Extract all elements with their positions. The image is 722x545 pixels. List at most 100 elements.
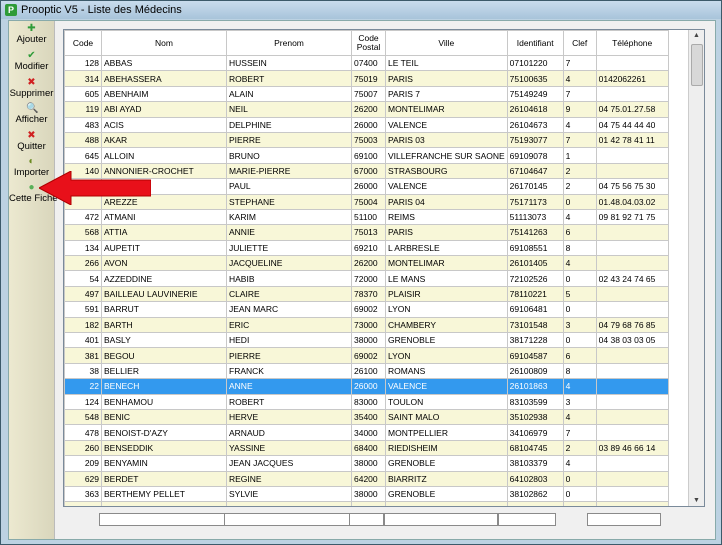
table-row[interactable]: 140 ANNONIER-CROCHET MARIE-PIERRE 67000 STRA… bbox=[64, 162, 669, 180]
table-cell: 4 bbox=[562, 116, 597, 133]
filter-ville-field[interactable] bbox=[384, 513, 498, 526]
table-cell: 64102803 bbox=[506, 470, 564, 487]
table-cell: 314 bbox=[64, 70, 102, 87]
table-row[interactable]: 209 BENYAMIN JEAN JACQUES 38000 GRENOBLE 3810… bbox=[64, 455, 669, 472]
red-arrow-annotation bbox=[39, 171, 151, 205]
table-row[interactable]: 266 AVON JACQUELINE 26200 MONTELIMAR 26101405… bbox=[64, 255, 669, 272]
table-row[interactable]: 381 BEGOU PIERRE 69002 LYON 69104587 6 bbox=[64, 347, 669, 364]
table-row[interactable]: 182 BARTH ERIC 73000 CHAMBERY 73101548 3 04 79 … bbox=[64, 316, 669, 334]
table-row[interactable]: AREZZE STEPHANE 75004 PARIS 04 75171173 0 01.4… bbox=[64, 193, 669, 210]
table-cell: 26000 bbox=[351, 116, 386, 133]
column-header[interactable]: Code Postal bbox=[351, 30, 386, 56]
table-row[interactable]: 38 BELLIER FRANCK 26100 ROMANS 26100809 8 bbox=[64, 362, 669, 380]
table-row[interactable]: 401 BASLY HEDI 38000 GRENOBLE 38171228 0 04 38 … bbox=[64, 332, 669, 349]
table-cell bbox=[595, 147, 669, 164]
table-cell: 26104618 bbox=[506, 101, 564, 118]
table-cell: PIERRE bbox=[226, 131, 352, 149]
table-cell: BIARRITZ bbox=[385, 470, 508, 487]
filter-prenom-field[interactable] bbox=[224, 513, 350, 526]
table-cell: BENHAMOU bbox=[101, 393, 227, 410]
ajouter-button[interactable]: ✚ Ajouter bbox=[9, 23, 54, 45]
table-row[interactable]: 54 AZZEDDINE HABIB 72000 LE MANS 72102526 0 02 … bbox=[64, 270, 669, 287]
table-row[interactable]: ARACILPAUL26000VALENCE26170145204 75 56 … bbox=[64, 178, 669, 195]
table-cell: 9 bbox=[562, 101, 597, 118]
column-header[interactable]: Prenom bbox=[226, 30, 352, 56]
table-row[interactable]: 260 BENSEDDIK YASSINE 68400 RIEDISHEIM 681047… bbox=[64, 439, 669, 457]
supprimer-button[interactable]: ✖ Supprimer bbox=[9, 77, 54, 99]
column-header[interactable]: Ville bbox=[385, 30, 508, 56]
table-cell: PARIS 7 bbox=[385, 85, 508, 103]
table-cell: 0 bbox=[562, 301, 597, 318]
table-cell: 497 bbox=[64, 285, 102, 303]
column-header[interactable]: Code bbox=[64, 30, 102, 56]
table-cell: 26101405 bbox=[506, 255, 564, 272]
table-row[interactable]: 314 ABEHASSERA ROBERT 75019 PARIS 75100635 4 01… bbox=[64, 70, 669, 87]
table-row[interactable]: 497 BAILLEAU LAUVINERIE CLAIRE 78370 PLAISIR… bbox=[64, 285, 669, 303]
table-row[interactable]: 128 ABBAS HUSSEIN 07400 LE TEIL 07101220 7 bbox=[64, 54, 669, 72]
table-cell: LYON bbox=[385, 501, 508, 506]
table-cell: 26000 bbox=[351, 378, 386, 395]
table-cell: 5 bbox=[562, 285, 597, 303]
table-row[interactable]: 478 BENOIST-D'AZY ARNAUD 34000 MONTPELLIER 34… bbox=[64, 424, 669, 441]
table-cell: 26000 bbox=[351, 178, 386, 195]
table-row[interactable]: 645 ALLOIN BRUNO 69100 VILLEFRANCHE SUR SAON… bbox=[64, 147, 669, 164]
table-row[interactable]: 591 BARRUT JEAN MARC 69002 LYON 69106481 0 bbox=[64, 301, 669, 318]
table-cell: VALENCE bbox=[385, 116, 508, 133]
scroll-thumb[interactable] bbox=[691, 44, 703, 86]
table-cell: PARIS 03 bbox=[385, 131, 508, 149]
modifier-button[interactable]: ✔ Modifier bbox=[9, 50, 54, 72]
table-row[interactable]: 605 ABENHAIM ALAIN 75007 PARIS 7 75149249 7 bbox=[64, 85, 669, 103]
table-cell: YASSINE bbox=[226, 439, 352, 457]
table-cell: JACQUELINE bbox=[226, 255, 352, 272]
table-cell: 69002 bbox=[351, 301, 386, 318]
table-row[interactable]: 488 AKAR PIERRE 75003 PARIS 03 75193077 7 01 42… bbox=[64, 131, 669, 149]
column-header[interactable]: Identifiant bbox=[506, 30, 564, 56]
scroll-up-icon[interactable]: ▲ bbox=[689, 32, 704, 39]
table-cell: 4 bbox=[562, 208, 597, 226]
table-cell: BELLIER bbox=[101, 362, 227, 380]
table-cell: LAURENT bbox=[226, 501, 352, 506]
table-cell: BENSEDDIK bbox=[101, 439, 227, 457]
filter-identifiant-field[interactable] bbox=[498, 513, 556, 526]
column-header[interactable]: Clef bbox=[562, 30, 597, 56]
table-cell: 7 bbox=[562, 131, 597, 149]
table-cell: 04 75 44 44 40 bbox=[595, 116, 669, 133]
quitter-button[interactable]: ✖ Quitter bbox=[9, 130, 54, 152]
table-row[interactable]: 568 ATTIA ANNIE 75013 PARIS 75141263 6 bbox=[64, 224, 669, 241]
table-row[interactable]: 629 BERDET REGINE 64200 BIARRITZ 64102803 0 bbox=[64, 470, 669, 487]
table-row[interactable]: 363 BERTHEMY PELLET SYLVIE 38000 GRENOBLE 381… bbox=[64, 485, 669, 503]
filter-nom-field[interactable] bbox=[99, 513, 225, 526]
table-cell bbox=[595, 485, 669, 503]
afficher-button[interactable]: 🔍 Afficher bbox=[9, 103, 54, 125]
table-cell: AZZEDDINE bbox=[101, 270, 227, 287]
table-row[interactable]: 548 BENIC HERVE 35400 SAINT MALO 35102938 4 bbox=[64, 408, 669, 426]
table-cell: HUSSEIN bbox=[226, 54, 352, 72]
table-cell: 73101548 bbox=[506, 316, 564, 334]
table-cell bbox=[595, 347, 669, 364]
column-header[interactable]: Téléphone bbox=[595, 30, 669, 56]
vertical-scrollbar[interactable]: ▲ ▼ bbox=[688, 30, 704, 506]
table-cell: 07101220 bbox=[506, 54, 564, 72]
import-icon: ◐ bbox=[28, 156, 35, 167]
table-cell: 472 bbox=[64, 208, 102, 226]
table-row[interactable]: 119 ABI AYAD NEIL 26200 MONTELIMAR 26104618 9 0… bbox=[64, 101, 669, 118]
filter-telephone-field[interactable] bbox=[587, 513, 661, 526]
table-row[interactable]: 483 ACIS DELPHINE 26000 VALENCE 26104673 4 04 7… bbox=[64, 116, 669, 133]
table-cell: 69002 bbox=[351, 347, 386, 364]
table-row[interactable]: 124 BENHAMOU ROBERT 83000 TOULON 83103599 3 bbox=[64, 393, 669, 410]
table-cell: AUPETIT bbox=[101, 239, 227, 257]
table-cell: 401 bbox=[64, 332, 102, 349]
table-row[interactable]: 114BERTHONLAURENT69006LYON69118020004 72… bbox=[64, 501, 669, 506]
table-cell bbox=[595, 301, 669, 318]
column-header[interactable]: Nom bbox=[101, 30, 227, 56]
table-cell: PLAISIR bbox=[385, 285, 508, 303]
filter-cp-field[interactable] bbox=[349, 513, 384, 526]
table-row[interactable]: 134 AUPETIT JULIETTE 69210 L ARBRESLE 6910855… bbox=[64, 239, 669, 257]
table-row[interactable]: 472 ATMANI KARIM 51100 REIMS 51113073 4 09 81 9… bbox=[64, 208, 669, 226]
table-cell bbox=[595, 85, 669, 103]
table-cell: 6 bbox=[562, 347, 597, 364]
table-cell: 7 bbox=[562, 424, 597, 441]
table-cell bbox=[595, 162, 669, 180]
scroll-down-icon[interactable]: ▼ bbox=[689, 497, 704, 504]
table-row-selected[interactable]: 22 BENECH ANNE 26000 VALENCE 26101863 4 bbox=[64, 378, 669, 395]
